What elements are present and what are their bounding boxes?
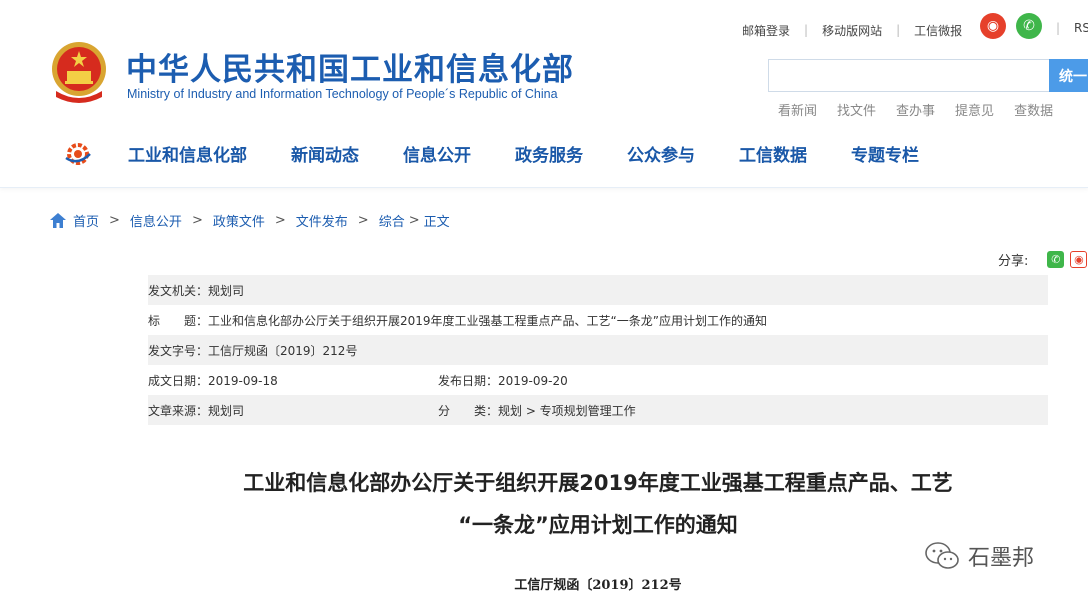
- breadcrumb-current: 正文: [423, 215, 450, 230]
- meta-doc-number: 发文字号：工信厅规函〔2019〕212号: [148, 343, 358, 358]
- breadcrumb-separator: >: [109, 213, 120, 228]
- breadcrumb-file-release[interactable]: 文件发布: [296, 211, 348, 230]
- site-subtitle: Ministry of Industry and Information Tec…: [127, 87, 558, 101]
- article-title: 工业和信息化部办公厅关于组织开展2019年度工业强基工程重点产品、工艺 “一条龙…: [0, 462, 1088, 546]
- nav-item-info-disclosure[interactable]: 信息公开: [403, 141, 471, 166]
- quick-link-data[interactable]: 查数据: [1014, 100, 1053, 119]
- breadcrumb-general[interactable]: 综合: [379, 211, 405, 230]
- main-nav: 工业和信息化部 新闻动态 信息公开 政务服务 公众参与 工信数据 专题专栏: [128, 141, 919, 166]
- share-weibo-icon[interactable]: ◉: [1070, 251, 1088, 268]
- meta-category: 分 类：规划 > 专项规划管理工作: [438, 403, 636, 418]
- divider: |: [1056, 21, 1061, 35]
- breadcrumb-info-disclosure[interactable]: 信息公开: [130, 211, 182, 230]
- meta-row: 发文机关：规划司: [148, 275, 1048, 305]
- national-emblem-icon[interactable]: [50, 41, 108, 105]
- meta-source: 文章来源：规划司: [148, 403, 245, 418]
- meta-row: 成文日期：2019-09-18 发布日期：2019-09-20: [148, 365, 1048, 395]
- mobile-site-link[interactable]: 移动版网站: [822, 22, 882, 39]
- meta-issuer: 发文机关：规划司: [148, 283, 245, 298]
- search-button[interactable]: 统一: [1049, 59, 1088, 92]
- nav-item-data[interactable]: 工信数据: [739, 141, 807, 166]
- nav-item-gov-services[interactable]: 政务服务: [515, 141, 583, 166]
- site-title[interactable]: 中华人民共和国工业和信息化部: [126, 44, 574, 89]
- meta-title: 标 题：工业和信息化部办公厅关于组织开展2019年度工业强基工程重点产品、工艺“…: [148, 313, 767, 328]
- watermark: 石墨邦: [924, 540, 1034, 572]
- quick-link-feedback[interactable]: 提意见: [955, 100, 994, 119]
- divider: |: [804, 23, 809, 37]
- divider: |: [896, 23, 901, 37]
- quick-links: 看新闻 找文件 查办事 提意见 查数据: [778, 100, 1073, 119]
- meta-published-date: 发布日期：2019-09-20: [438, 373, 568, 388]
- weibo-icon[interactable]: ◉: [980, 13, 1006, 39]
- meta-row: 发文字号：工信厅规函〔2019〕212号: [148, 335, 1048, 365]
- document-meta-table: 发文机关：规划司 标 题：工业和信息化部办公厅关于组织开展2019年度工业强基工…: [148, 275, 1048, 425]
- meta-row: 文章来源：规划司 分 类：规划 > 专项规划管理工作: [148, 395, 1048, 425]
- nav-item-special-topics[interactable]: 专题专栏: [851, 141, 919, 166]
- nav-item-news[interactable]: 新闻动态: [291, 141, 359, 166]
- breadcrumb-separator: >: [408, 213, 420, 228]
- rss-link[interactable]: RS: [1074, 21, 1088, 35]
- breadcrumb: 首页 > 信息公开 > 政策文件 > 文件发布 > 综合 > 正文: [50, 211, 450, 230]
- nav-item-ministry[interactable]: 工业和信息化部: [128, 141, 247, 166]
- quick-link-files[interactable]: 找文件: [837, 100, 876, 119]
- top-links: 邮箱登录 | 移动版网站 | 工信微报: [742, 21, 962, 39]
- share-label: 分享:: [998, 254, 1029, 269]
- watermark-text: 石墨邦: [968, 546, 1035, 571]
- miit-weibo-report-link[interactable]: 工信微报: [914, 22, 962, 39]
- home-icon[interactable]: [50, 213, 66, 228]
- miit-logo-icon[interactable]: [64, 140, 92, 168]
- quick-link-news[interactable]: 看新闻: [778, 100, 817, 119]
- mail-login-link[interactable]: 邮箱登录: [742, 22, 790, 39]
- wechat-icon[interactable]: ✆: [1016, 13, 1042, 39]
- quick-link-services[interactable]: 查办事: [896, 100, 935, 119]
- article-title-line: 工业和信息化部办公厅关于组织开展2019年度工业强基工程重点产品、工艺: [243, 471, 953, 495]
- breadcrumb-separator: >: [274, 213, 286, 228]
- breadcrumb-separator: >: [191, 213, 203, 228]
- meta-created-date: 成文日期：2019-09-18: [148, 373, 278, 388]
- breadcrumb-separator: >: [357, 213, 369, 228]
- meta-row: 标 题：工业和信息化部办公厅关于组织开展2019年度工业强基工程重点产品、工艺“…: [148, 305, 1048, 335]
- article-doc-number: 工信厅规函〔2019〕212号: [514, 578, 682, 593]
- share-bar: 分享: ✆ ◉: [998, 250, 1088, 269]
- breadcrumb-home[interactable]: 首页: [73, 211, 99, 230]
- search-input[interactable]: [768, 59, 1050, 92]
- share-wechat-icon[interactable]: ✆: [1047, 251, 1065, 268]
- wechat-watermark-icon: [925, 542, 959, 569]
- site-header: 中华人民共和国工业和信息化部 Ministry of Industry and …: [0, 0, 1088, 188]
- nav-item-public-participation[interactable]: 公众参与: [627, 141, 695, 166]
- breadcrumb-policy-files[interactable]: 政策文件: [213, 211, 265, 230]
